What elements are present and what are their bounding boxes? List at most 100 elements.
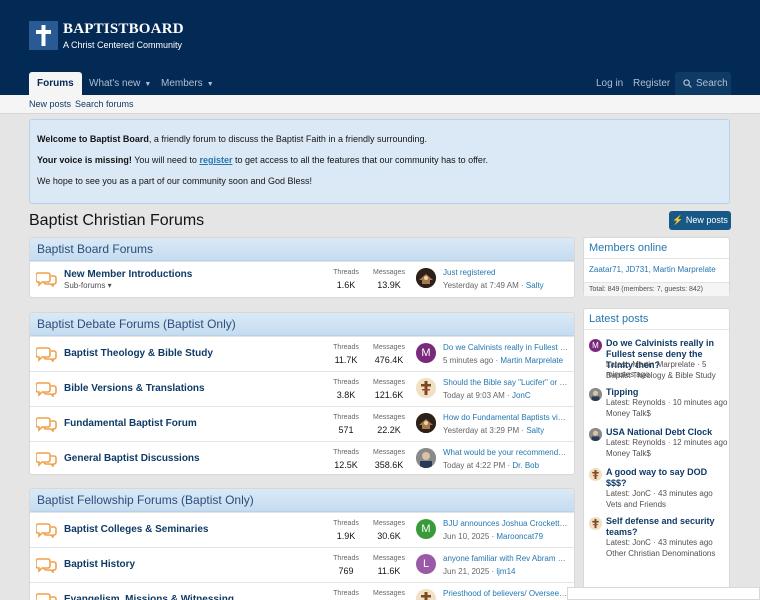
forum-title[interactable]: Evangelism, Missions & Witnessing bbox=[64, 594, 234, 600]
search-icon bbox=[683, 79, 692, 88]
latest-post-avatar[interactable]: M bbox=[589, 339, 602, 352]
latest-post-item: Tipping Latest: Reynolds · 10 minutes ago… bbox=[584, 385, 729, 425]
avatar[interactable] bbox=[416, 413, 436, 433]
latest-post-forum[interactable]: Other Christian Denominations bbox=[606, 549, 728, 559]
last-post-time[interactable]: Yesterday at 3:29 PM bbox=[443, 426, 519, 435]
last-post-title[interactable]: Priesthood of believers/ Overseein... bbox=[443, 589, 568, 598]
members-online-total: Total: 849 (members: 7, guests: 842) bbox=[584, 282, 729, 296]
latest-post-title[interactable]: USA National Debt Clock bbox=[606, 427, 728, 438]
subforums-toggle[interactable]: Sub-forums ▾ bbox=[64, 281, 112, 290]
messages-label: Messages bbox=[373, 414, 405, 421]
members-online-title[interactable]: Members online bbox=[584, 238, 729, 259]
last-post-time[interactable]: Today at 4:22 PM bbox=[443, 461, 505, 470]
notice-line-3: We hope to see you as a part of our comm… bbox=[37, 176, 312, 186]
threads-label: Threads bbox=[333, 449, 359, 456]
messages-count: 22.2K bbox=[377, 425, 401, 435]
messages-count: 358.6K bbox=[374, 460, 404, 470]
forum-row: General Baptist Discussions Threads 12.5K M… bbox=[30, 441, 574, 474]
latest-post-meta: Latest: Reynolds · 10 minutes ago bbox=[606, 398, 728, 407]
login-link[interactable]: Log in bbox=[596, 72, 623, 95]
avatar[interactable] bbox=[416, 268, 436, 288]
last-post-time[interactable]: 5 minutes ago bbox=[443, 356, 493, 365]
last-post-title[interactable]: Do we Calvinists really in Fullest s... bbox=[443, 343, 568, 352]
forum-title[interactable]: General Baptist Discussions bbox=[64, 453, 200, 464]
forum-title[interactable]: Baptist Colleges & Seminaries bbox=[64, 524, 209, 535]
category-title[interactable]: Baptist Board Forums bbox=[30, 238, 574, 261]
avatar[interactable] bbox=[416, 448, 436, 468]
logo-cross-icon[interactable] bbox=[29, 21, 58, 50]
last-post-title[interactable]: How do Fundamental Baptists vie... bbox=[443, 413, 568, 422]
last-post-time[interactable]: Jun 10, 2025 bbox=[443, 532, 489, 541]
forum-chat-icon bbox=[35, 271, 57, 288]
category-block: Baptist Board Forums New Member Introduct… bbox=[29, 237, 575, 298]
avatar[interactable] bbox=[416, 589, 436, 600]
last-post-user[interactable]: JonC bbox=[512, 391, 531, 400]
avatar[interactable]: L bbox=[416, 554, 436, 574]
category-title[interactable]: Baptist Fellowship Forums (Baptist Only) bbox=[30, 489, 574, 512]
forum-row: Fundamental Baptist Forum Threads 571 Messa… bbox=[30, 406, 574, 441]
latest-post-forum[interactable]: Vets and Friends bbox=[606, 500, 728, 510]
tab-whats-new[interactable]: What's new ▼ bbox=[89, 72, 151, 95]
last-post-title[interactable]: What would be your recommendati... bbox=[443, 448, 568, 457]
last-post-title[interactable]: Should the Bible say "Lucifer" or "... bbox=[443, 378, 568, 387]
last-post-meta: Yesterday at 7:49 AM · Salty bbox=[443, 281, 544, 290]
messages-label: Messages bbox=[373, 269, 405, 276]
register-link[interactable]: Register bbox=[633, 72, 670, 95]
last-post-user[interactable]: Marooncat79 bbox=[496, 532, 543, 541]
threads-label: Threads bbox=[333, 379, 359, 386]
forum-title[interactable]: Bible Versions & Translations bbox=[64, 383, 205, 394]
latest-post-forum[interactable]: Money Talk$ bbox=[606, 449, 728, 459]
last-post-title[interactable]: Just registered bbox=[443, 268, 568, 277]
lightning-icon: ⚡ bbox=[672, 215, 684, 225]
last-post-time[interactable]: Yesterday at 7:49 AM bbox=[443, 281, 519, 290]
messages-count: 30.6K bbox=[377, 531, 401, 541]
last-post-user[interactable]: Salty bbox=[526, 281, 544, 290]
subnav-new-posts[interactable]: New posts bbox=[29, 99, 71, 109]
latest-post-avatar[interactable] bbox=[589, 428, 602, 441]
latest-post-avatar[interactable] bbox=[589, 468, 602, 481]
avatar[interactable]: M bbox=[416, 519, 436, 539]
avatar[interactable]: M bbox=[416, 343, 436, 363]
site-logo-text[interactable]: BAPTISTBOARD bbox=[63, 21, 184, 38]
latest-post-avatar[interactable] bbox=[589, 388, 602, 401]
main-nav: Forums What's new ▼ Members ▼ Log in Regis… bbox=[0, 72, 760, 95]
forum-row: Evangelism, Missions & Witnessing Threads… bbox=[30, 582, 574, 600]
latest-post-title[interactable]: A good way to say DOD $$$? bbox=[606, 467, 728, 489]
latest-post-title[interactable]: Self defense and security teams? bbox=[606, 516, 728, 538]
forum-chat-icon bbox=[35, 346, 57, 363]
last-post-user[interactable]: Salty bbox=[526, 426, 544, 435]
last-post-meta: Jun 21, 2025 · ljm14 bbox=[443, 567, 516, 576]
new-posts-button[interactable]: ⚡ New posts bbox=[669, 211, 731, 230]
tab-members[interactable]: Members ▼ bbox=[161, 72, 214, 95]
forum-chat-icon bbox=[35, 557, 57, 574]
last-post-title[interactable]: BJU announces Joshua Crockett a... bbox=[443, 519, 568, 528]
last-post-time[interactable]: Jun 21, 2025 bbox=[443, 567, 489, 576]
latest-post-title[interactable]: Tipping bbox=[606, 387, 728, 398]
last-post-user[interactable]: ljm14 bbox=[496, 567, 515, 576]
avatar[interactable] bbox=[416, 378, 436, 398]
chevron-down-icon[interactable]: ▼ bbox=[144, 81, 151, 88]
forum-title[interactable]: Baptist History bbox=[64, 559, 135, 570]
last-post-time[interactable]: Today at 9:03 AM bbox=[443, 391, 505, 400]
subnav-search-forums[interactable]: Search forums bbox=[75, 99, 134, 109]
last-post-user[interactable]: Dr. Bob bbox=[512, 461, 539, 470]
notice-line-2: Your voice is missing! You will need to … bbox=[37, 155, 488, 165]
threads-count: 12.5K bbox=[334, 460, 358, 470]
latest-post-avatar[interactable] bbox=[589, 517, 602, 530]
latest-posts-title[interactable]: Latest posts bbox=[584, 309, 729, 330]
meta-separator: · bbox=[504, 391, 512, 400]
forum-title[interactable]: Baptist Theology & Bible Study bbox=[64, 348, 213, 359]
forum-title[interactable]: Fundamental Baptist Forum bbox=[64, 418, 197, 429]
tab-forums[interactable]: Forums bbox=[29, 72, 82, 95]
search-button[interactable]: Search bbox=[675, 72, 731, 95]
members-online-list[interactable]: Zaatar71, JD731, Martin Marprelate bbox=[584, 259, 729, 282]
notice-register-link[interactable]: register bbox=[199, 155, 232, 165]
chevron-down-icon[interactable]: ▼ bbox=[207, 81, 214, 88]
last-post-title[interactable]: anyone familiar with Rev Abram Gi... bbox=[443, 554, 568, 563]
latest-post-forum[interactable]: Baptist Theology & Bible Study bbox=[606, 371, 728, 381]
threads-label: Threads bbox=[333, 555, 359, 562]
latest-post-forum[interactable]: Money Talk$ bbox=[606, 409, 728, 419]
forum-title[interactable]: New Member Introductions bbox=[64, 269, 192, 280]
last-post-user[interactable]: Martin Marprelate bbox=[500, 356, 563, 365]
category-title[interactable]: Baptist Debate Forums (Baptist Only) bbox=[30, 313, 574, 336]
